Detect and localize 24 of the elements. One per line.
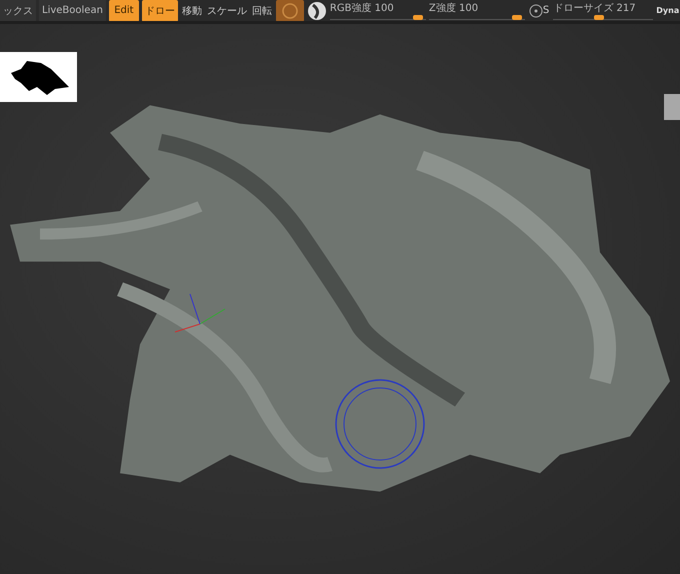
slider-label: ドローサイズ 217 xyxy=(553,2,637,14)
target-icon xyxy=(528,4,543,18)
axis-gizmo-icon xyxy=(174,294,226,332)
intensity-slider[interactable]: RGB強度 100 xyxy=(330,2,426,20)
slider-label: Z強度 100 xyxy=(428,2,480,14)
toolbar-label[interactable]: LiveBoolean xyxy=(39,0,106,21)
draw-size-slider[interactable]: ドローサイズ 217 xyxy=(553,2,654,20)
symmetry-button[interactable]: S xyxy=(528,0,550,21)
toolbar-label[interactable]: Dyna xyxy=(656,6,680,15)
transform-button[interactable]: 回転 xyxy=(250,0,273,21)
slider-label: RGB強度 100 xyxy=(330,2,395,14)
brush-sphere-icon[interactable] xyxy=(306,0,327,20)
brush-cursor-icon xyxy=(335,379,425,469)
viewport[interactable] xyxy=(0,24,680,574)
slider-thumb[interactable] xyxy=(594,14,604,20)
toolbar-label[interactable]: ックス xyxy=(0,0,36,21)
mode-button[interactable]: Edit xyxy=(108,0,139,21)
slider-thumb[interactable] xyxy=(512,14,522,20)
slider-thumb[interactable] xyxy=(413,14,424,20)
transform-button[interactable]: スケール xyxy=(206,0,248,21)
transform-button[interactable]: 移動 xyxy=(180,0,203,21)
sphere-icon xyxy=(282,2,298,18)
mode-button[interactable]: ドロー xyxy=(142,0,178,21)
intensity-slider[interactable]: Z強度 100 xyxy=(428,2,525,20)
